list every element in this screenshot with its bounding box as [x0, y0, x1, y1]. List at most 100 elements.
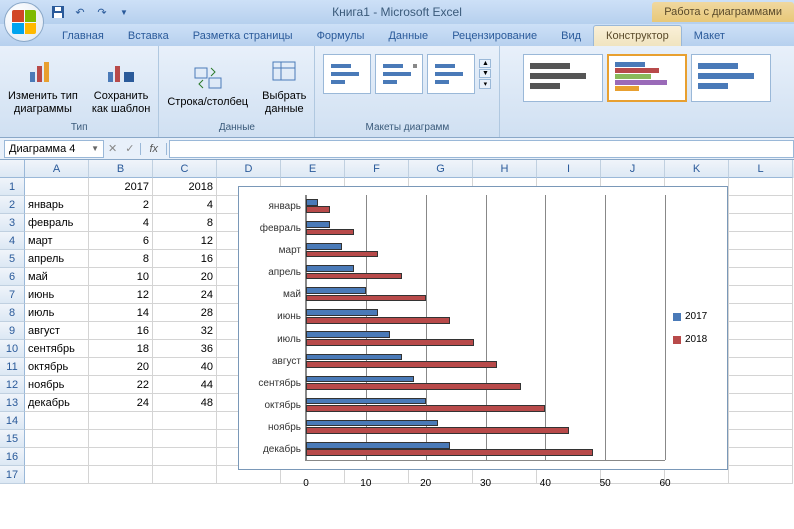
- column-header[interactable]: I: [537, 160, 601, 178]
- chart-layout-3[interactable]: [427, 54, 475, 94]
- cell[interactable]: 18: [89, 340, 153, 358]
- cell[interactable]: [89, 448, 153, 466]
- name-box-dropdown-icon[interactable]: ▼: [91, 144, 99, 153]
- cell[interactable]: январь: [25, 196, 89, 214]
- cell[interactable]: 8: [89, 250, 153, 268]
- chart-bar[interactable]: [306, 398, 426, 405]
- chart-bar[interactable]: [306, 339, 474, 346]
- chart-bar[interactable]: [306, 331, 390, 338]
- tab-home[interactable]: Главная: [50, 26, 116, 46]
- cell[interactable]: [153, 466, 217, 484]
- cell[interactable]: 4: [89, 214, 153, 232]
- row-header[interactable]: 12: [0, 376, 25, 394]
- cell[interactable]: 2018: [153, 178, 217, 196]
- cell[interactable]: [25, 412, 89, 430]
- row-header[interactable]: 7: [0, 286, 25, 304]
- column-header[interactable]: H: [473, 160, 537, 178]
- cell[interactable]: [729, 196, 793, 214]
- column-header[interactable]: L: [729, 160, 793, 178]
- tab-data[interactable]: Данные: [376, 26, 440, 46]
- cell[interactable]: [729, 430, 793, 448]
- cell[interactable]: 2017: [89, 178, 153, 196]
- layout-gallery-up[interactable]: ▲: [479, 59, 491, 68]
- qat-dropdown-icon[interactable]: ▼: [116, 4, 132, 20]
- cell[interactable]: март: [25, 232, 89, 250]
- chart-bar[interactable]: [306, 206, 330, 213]
- cell[interactable]: 16: [89, 322, 153, 340]
- chart-bar[interactable]: [306, 449, 593, 456]
- column-header[interactable]: A: [25, 160, 89, 178]
- cell[interactable]: 12: [89, 286, 153, 304]
- cell[interactable]: 36: [153, 340, 217, 358]
- chart-bar[interactable]: [306, 273, 402, 280]
- cell[interactable]: октябрь: [25, 358, 89, 376]
- row-header[interactable]: 2: [0, 196, 25, 214]
- cell[interactable]: [89, 466, 153, 484]
- column-header[interactable]: G: [409, 160, 473, 178]
- redo-icon[interactable]: ↷: [94, 4, 110, 20]
- cell[interactable]: [729, 214, 793, 232]
- cell[interactable]: 12: [153, 232, 217, 250]
- cell[interactable]: [153, 448, 217, 466]
- cell[interactable]: [729, 466, 793, 484]
- cell[interactable]: 24: [89, 394, 153, 412]
- cell[interactable]: 16: [153, 250, 217, 268]
- tab-formulas[interactable]: Формулы: [305, 26, 377, 46]
- row-header[interactable]: 17: [0, 466, 25, 484]
- chart-bar[interactable]: [306, 361, 497, 368]
- cell[interactable]: май: [25, 268, 89, 286]
- column-header[interactable]: B: [89, 160, 153, 178]
- cell[interactable]: 22: [89, 376, 153, 394]
- cell[interactable]: [729, 178, 793, 196]
- chart-bar[interactable]: [306, 420, 438, 427]
- column-header[interactable]: J: [601, 160, 665, 178]
- cell[interactable]: [729, 232, 793, 250]
- row-header[interactable]: 6: [0, 268, 25, 286]
- cell[interactable]: сентябрь: [25, 340, 89, 358]
- column-header[interactable]: F: [345, 160, 409, 178]
- cell[interactable]: [729, 286, 793, 304]
- row-header[interactable]: 16: [0, 448, 25, 466]
- cell[interactable]: июль: [25, 304, 89, 322]
- chart-bar[interactable]: [306, 309, 378, 316]
- cell[interactable]: [729, 250, 793, 268]
- row-header[interactable]: 8: [0, 304, 25, 322]
- change-chart-type-button[interactable]: Изменить тип диаграммы: [4, 54, 82, 118]
- cell[interactable]: ноябрь: [25, 376, 89, 394]
- chart-bar[interactable]: [306, 427, 569, 434]
- chart-bar[interactable]: [306, 354, 402, 361]
- cell[interactable]: 28: [153, 304, 217, 322]
- row-header[interactable]: 1: [0, 178, 25, 196]
- cell[interactable]: 24: [153, 286, 217, 304]
- row-header[interactable]: 11: [0, 358, 25, 376]
- name-box[interactable]: Диаграмма 4 ▼: [4, 140, 104, 158]
- cell[interactable]: июнь: [25, 286, 89, 304]
- chart-bar[interactable]: [306, 251, 378, 258]
- cell[interactable]: 40: [153, 358, 217, 376]
- row-header[interactable]: 3: [0, 214, 25, 232]
- embedded-chart[interactable]: январьфевральмартапрельмайиюньиюльавгуст…: [238, 186, 728, 470]
- cell[interactable]: [25, 178, 89, 196]
- chart-bar[interactable]: [306, 405, 545, 412]
- cell[interactable]: апрель: [25, 250, 89, 268]
- chart-bar[interactable]: [306, 442, 450, 449]
- cell[interactable]: август: [25, 322, 89, 340]
- legend-item[interactable]: 2017: [673, 311, 719, 322]
- cell[interactable]: 4: [153, 196, 217, 214]
- chart-style-2[interactable]: [607, 54, 687, 102]
- cell[interactable]: [729, 412, 793, 430]
- chart-plot-area[interactable]: январьфевральмартапрельмайиюньиюльавгуст…: [247, 195, 665, 461]
- column-header[interactable]: E: [281, 160, 345, 178]
- row-header[interactable]: 9: [0, 322, 25, 340]
- chart-bar[interactable]: [306, 317, 450, 324]
- row-header[interactable]: 15: [0, 430, 25, 448]
- chart-legend[interactable]: 20172018: [665, 195, 719, 461]
- enter-icon[interactable]: ✓: [121, 142, 138, 155]
- cell[interactable]: [729, 394, 793, 412]
- select-data-button[interactable]: Выбрать данные: [258, 54, 310, 118]
- row-header[interactable]: 14: [0, 412, 25, 430]
- cell[interactable]: [89, 430, 153, 448]
- cell[interactable]: декабрь: [25, 394, 89, 412]
- layout-gallery-more[interactable]: ▾: [479, 79, 491, 89]
- cell[interactable]: 48: [153, 394, 217, 412]
